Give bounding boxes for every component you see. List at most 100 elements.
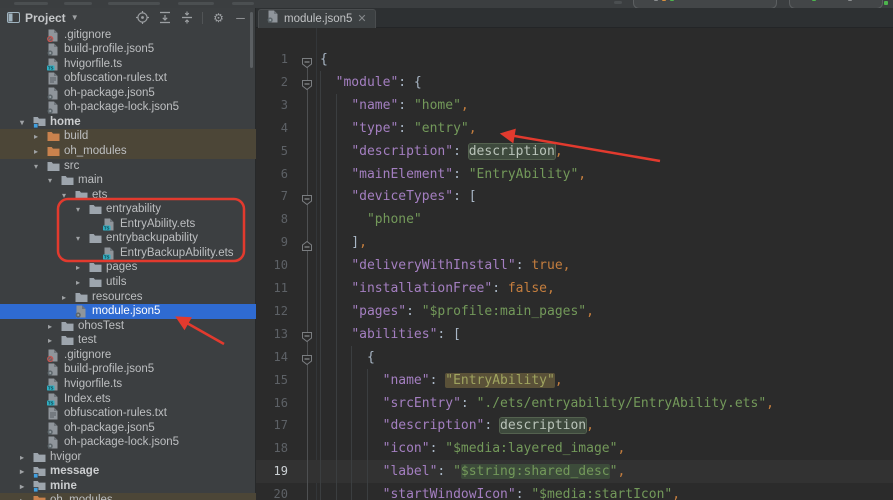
code-line-5[interactable]: "description": description, xyxy=(320,140,563,163)
code-line-11[interactable]: "installationFree": false, xyxy=(320,277,555,300)
tree-item-hvigorfile-ts[interactable]: TShvigorfile.ts xyxy=(0,377,256,392)
tree-item-obfuscation-rules-txt[interactable]: obfuscation-rules.txt xyxy=(0,71,256,86)
chevron-down-icon[interactable]: ▾ xyxy=(34,159,47,174)
chevron-right-icon[interactable]: ▸ xyxy=(20,479,33,494)
tree-item-build[interactable]: ▸ build xyxy=(0,129,256,144)
code-line-4[interactable]: "type": "entry", xyxy=(320,117,477,140)
tree-item-label: build xyxy=(64,129,88,144)
code-line-7[interactable]: "deviceTypes": [ xyxy=(320,185,477,208)
chevron-right-icon[interactable]: ▸ xyxy=(34,144,47,159)
tree-item-oh-modules[interactable]: ▸oh_modules xyxy=(0,144,256,159)
code-line-1[interactable]: { xyxy=(320,48,328,71)
code-line-8[interactable]: "phone" xyxy=(320,208,422,231)
chevron-down-icon[interactable]: ▾ xyxy=(76,202,89,217)
code-token xyxy=(320,258,351,273)
tree-item--gitignore[interactable]: .gitignore xyxy=(0,348,256,363)
tree-item-resources[interactable]: ▸resources xyxy=(0,290,256,305)
chevron-right-icon[interactable]: ▸ xyxy=(34,129,47,144)
tree-item--gitignore[interactable]: .gitignore xyxy=(0,28,256,43)
code-token: : xyxy=(461,396,477,411)
tree-item-index-ets[interactable]: TSIndex.ets xyxy=(0,392,256,407)
code-token xyxy=(320,212,367,227)
chevron-down-icon[interactable]: ▾ xyxy=(62,188,75,203)
panel-title-chevron-icon[interactable]: ▼ xyxy=(71,13,79,22)
chevron-down-icon[interactable]: ▾ xyxy=(48,173,61,188)
tree-item-hvigorfile-ts[interactable]: TShvigorfile.ts xyxy=(0,57,256,72)
line-number: 5 xyxy=(256,140,288,163)
code-token: "label" xyxy=(383,464,438,479)
chevron-right-icon[interactable]: ▸ xyxy=(62,290,75,305)
tree-item-message[interactable]: ▸message xyxy=(0,464,256,479)
tree-item-utils[interactable]: ▸utils xyxy=(0,275,256,290)
folder-icon xyxy=(89,232,102,245)
tree-item-module-json5[interactable]: module.json5 xyxy=(0,304,256,319)
code-line-19[interactable]: "label": "$string:shared_desc", xyxy=(320,460,625,483)
code-line-14[interactable]: { xyxy=(320,346,375,369)
tree-item-home[interactable]: ▾ home xyxy=(0,115,256,130)
tree-item-ohostest[interactable]: ▸ohosTest xyxy=(0,319,256,334)
chevron-right-icon[interactable]: ▸ xyxy=(20,450,33,465)
tree-item-obfuscation-rules-txt[interactable]: obfuscation-rules.txt xyxy=(0,406,256,421)
chevron-down-icon[interactable]: ▾ xyxy=(76,231,89,246)
chevron-right-icon[interactable]: ▸ xyxy=(76,260,89,275)
chevron-down-icon[interactable]: ▾ xyxy=(20,115,33,130)
code-line-9[interactable]: ], xyxy=(320,231,367,254)
tree-item-oh-package-lock-json5[interactable]: oh-package-lock.json5 xyxy=(0,100,256,115)
fold-collapse-icon[interactable] xyxy=(301,76,313,88)
tree-item-entrybackupability[interactable]: ▾entrybackupability xyxy=(0,231,256,246)
tab-module-json5[interactable]: module.json5 ✕ xyxy=(258,9,376,28)
close-tab-icon[interactable]: ✕ xyxy=(357,14,366,25)
code-line-20[interactable]: "startWindowIcon": "$media:startIcon", xyxy=(320,483,680,500)
code-line-18[interactable]: "icon": "$media:layered_image", xyxy=(320,437,625,460)
code-line-2[interactable]: "module": { xyxy=(320,71,422,94)
code-line-12[interactable]: "pages": "$profile:main_pages", xyxy=(320,300,594,323)
tree-item-oh-package-json5[interactable]: oh-package.json5 xyxy=(0,421,256,436)
collapse-all-icon[interactable] xyxy=(180,11,193,24)
code-line-13[interactable]: "abilities": [ xyxy=(320,323,461,346)
code-line-15[interactable]: "name": "EntryAbility", xyxy=(320,369,563,392)
tree-item-hvigor[interactable]: ▸hvigor xyxy=(0,450,256,465)
tree-item-main[interactable]: ▾main xyxy=(0,173,256,188)
fold-collapse-icon[interactable] xyxy=(301,54,313,66)
chevron-right-icon[interactable]: ▸ xyxy=(76,275,89,290)
tree-item-test[interactable]: ▸test xyxy=(0,333,256,348)
tree-item-ets[interactable]: ▾ets xyxy=(0,188,256,203)
settings-icon[interactable]: ⚙ xyxy=(212,11,225,24)
tree-scrollbar-thumb[interactable] xyxy=(250,12,253,68)
tree-item-build-profile-json5[interactable]: build-profile.json5 xyxy=(0,362,256,377)
locate-icon[interactable] xyxy=(136,11,149,24)
code-editor[interactable]: 1{2 "module": {3 "name": "home",4 "type"… xyxy=(256,28,893,500)
fold-collapse-icon[interactable] xyxy=(301,328,313,340)
code-line-16[interactable]: "srcEntry": "./ets/entryability/EntryAbi… xyxy=(320,392,774,415)
chevron-right-icon[interactable]: ▸ xyxy=(48,333,61,348)
code-line-17[interactable]: "description": description, xyxy=(320,414,594,437)
chevron-right-icon[interactable]: ▸ xyxy=(48,319,61,334)
code-line-10[interactable]: "deliveryWithInstall": true, xyxy=(320,254,570,277)
code-line-3[interactable]: "name": "home", xyxy=(320,94,469,117)
tree-item-build-profile-json5[interactable]: build-profile.json5 xyxy=(0,42,256,57)
folder-icon xyxy=(75,189,88,202)
tree-item-label: home xyxy=(50,115,81,130)
code-token xyxy=(320,304,351,319)
chevron-right-icon[interactable]: ▸ xyxy=(20,493,33,500)
tree-item-entryability[interactable]: ▾entryability xyxy=(0,202,256,217)
tree-item-oh-modules[interactable]: ▸oh_modules xyxy=(0,493,256,500)
tree-item-mine[interactable]: ▸mine xyxy=(0,479,256,494)
toolbar-remnant xyxy=(178,2,214,5)
code-line-6[interactable]: "mainElement": "EntryAbility", xyxy=(320,163,586,186)
fold-collapse-icon[interactable] xyxy=(301,191,313,203)
tree-item-pages[interactable]: ▸pages xyxy=(0,260,256,275)
hide-panel-icon[interactable]: ─ xyxy=(234,11,247,24)
tree-item-oh-package-lock-json5[interactable]: oh-package-lock.json5 xyxy=(0,435,256,450)
run-configuration-widget[interactable] xyxy=(789,0,883,8)
chevron-right-icon[interactable]: ▸ xyxy=(20,464,33,479)
tree-item-oh-package-json5[interactable]: oh-package.json5 xyxy=(0,86,256,101)
tree-item-entrybackupability-ets[interactable]: TSEntryBackupAbility.ets xyxy=(0,246,256,261)
module-folder-icon xyxy=(33,116,46,129)
tree-item-entryability-ets[interactable]: TSEntryAbility.ets xyxy=(0,217,256,232)
fold-end-icon[interactable] xyxy=(301,237,313,249)
fold-collapse-icon[interactable] xyxy=(301,351,313,363)
tree-item-src[interactable]: ▾src xyxy=(0,159,256,174)
device-selector-widget[interactable] xyxy=(633,0,777,8)
expand-all-icon[interactable] xyxy=(158,11,171,24)
